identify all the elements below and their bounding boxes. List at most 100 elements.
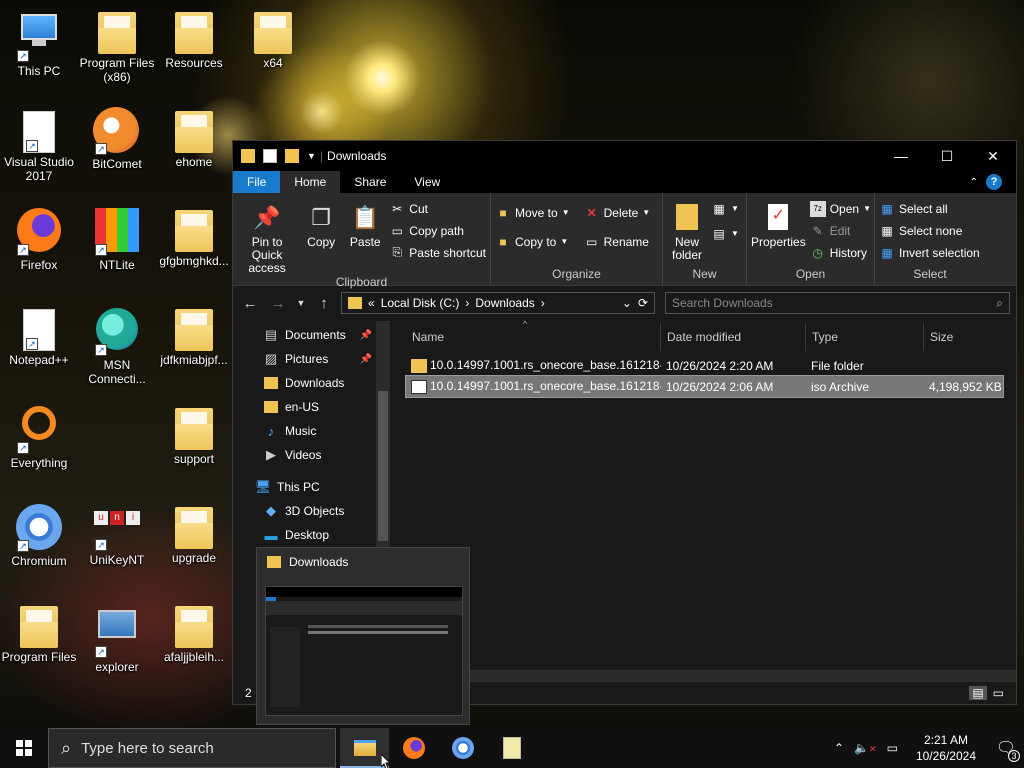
column-size[interactable]: Size: [924, 323, 1003, 351]
taskbar-chromium[interactable]: [438, 728, 487, 768]
desktop-icon[interactable]: upgrade: [155, 503, 233, 565]
column-type[interactable]: Type: [806, 322, 924, 351]
minimize-button[interactable]: —: [878, 141, 924, 171]
copy-to-button[interactable]: ■ Copy to ▼: [495, 232, 570, 251]
select-all-button[interactable]: ▦ Select all: [879, 199, 980, 218]
desktop-icon[interactable]: afaljjbleih...: [155, 602, 233, 664]
breadcrumb-downloads[interactable]: Downloads: [475, 296, 534, 310]
tab-file[interactable]: File: [233, 171, 281, 193]
nav-item[interactable]: ▶ Videos: [233, 443, 390, 467]
invert-selection-button[interactable]: ▦ Invert selection: [879, 243, 979, 262]
start-button[interactable]: [0, 728, 48, 768]
network-icon[interactable]: ▭: [887, 741, 898, 755]
open-button[interactable]: 7z Open ▼: [809, 199, 871, 218]
desktop-icon[interactable]: ↗ NTLite: [78, 206, 156, 272]
paste-button[interactable]: 📋 Paste: [345, 197, 385, 275]
delete-button[interactable]: ✕ Delete ▼: [584, 203, 651, 222]
nav-scrollbar-thumb[interactable]: [378, 391, 388, 541]
column-date-modified[interactable]: Date modified: [661, 322, 806, 351]
desktop-icon[interactable]: ↗ MSN Connecti...: [78, 305, 156, 386]
up-arrow-icon[interactable]: ↑: [313, 295, 335, 312]
desktop-icon[interactable]: Program Files: [0, 602, 78, 664]
properties-quick-icon[interactable]: [263, 149, 277, 163]
cut-button[interactable]: ✂ Cut: [389, 199, 486, 218]
desktop-icon[interactable]: support: [155, 404, 233, 466]
nav-item[interactable]: ▤ Documents 📌: [233, 323, 390, 347]
close-button[interactable]: ✕: [970, 141, 1016, 171]
large-icons-view-icon[interactable]: ▭: [993, 686, 1004, 700]
select-group: ▦ Select all ▦ Select none ▦ Invert selecti…: [875, 193, 985, 285]
action-center-button[interactable]: 🗨 3: [994, 736, 1020, 762]
nav-item[interactable]: ♪ Music: [233, 419, 390, 443]
rename-button[interactable]: ▭ Rename: [584, 232, 651, 251]
taskbar-thumbnail-preview[interactable]: Downloads: [256, 547, 470, 725]
desktop-icon[interactable]: ↗ explorer: [78, 602, 156, 674]
desktop-icon[interactable]: ehome: [155, 107, 233, 169]
desktop-icon[interactable]: gfgbmghkd...: [155, 206, 233, 268]
properties-button[interactable]: ✓ Properties: [751, 197, 806, 267]
breadcrumb-local-disk[interactable]: Local Disk (C:): [381, 296, 460, 310]
clock[interactable]: 2:21 AM 10/26/2024: [908, 732, 984, 764]
address-overflow[interactable]: «: [368, 296, 375, 310]
file-list-horizontal-scrollbar[interactable]: [390, 670, 1016, 682]
column-name[interactable]: Name: [406, 322, 661, 351]
quick-access-dropdown-icon[interactable]: ▼: [307, 151, 316, 161]
taskbar-firefox[interactable]: [389, 728, 438, 768]
desktop-icon-label: This PC: [17, 64, 61, 78]
tab-share[interactable]: Share: [340, 171, 400, 193]
maximize-button[interactable]: ☐: [924, 141, 970, 171]
details-view-icon[interactable]: ▤: [969, 686, 987, 700]
nav-item[interactable]: ▬ Desktop: [233, 523, 390, 547]
desktop-icon[interactable]: u n i ↗ UniKeyNT: [78, 503, 156, 567]
taskbar-notepad[interactable]: [487, 728, 536, 768]
easy-access-button[interactable]: ▤ ▼: [711, 224, 739, 243]
new-item-button[interactable]: ▦ ▼: [711, 199, 739, 218]
edit-button[interactable]: ✎ Edit: [810, 221, 871, 240]
desktop-icon-label: jdfkmiabjpf...: [160, 353, 228, 367]
copy-path-button[interactable]: ▭ Copy path: [389, 221, 486, 240]
address-dropdown-icon[interactable]: ⌄: [622, 296, 632, 310]
paste-shortcut-button[interactable]: ⎘ Paste shortcut: [389, 243, 486, 262]
new-folder-quick-icon[interactable]: [285, 149, 299, 163]
file-row[interactable]: 10.0.14997.1001.rs_onecore_base.161218-.…: [405, 375, 1004, 398]
copy-button[interactable]: ❐ Copy: [301, 197, 341, 275]
file-row[interactable]: 10.0.14997.1001.rs_onecore_base.161218-.…: [406, 355, 1003, 376]
desktop-icon-label: UniKeyNT: [89, 553, 145, 567]
nav-item[interactable]: ◆ 3D Objects: [233, 499, 390, 523]
desktop-icon[interactable]: ↗ Everything: [0, 404, 78, 470]
taskbar-search-box[interactable]: ⌕ Type here to search: [48, 728, 336, 768]
tab-home[interactable]: Home: [280, 171, 341, 193]
recent-locations-icon[interactable]: ▼: [295, 298, 307, 308]
nav-this-pc[interactable]: 🖥 This PC: [233, 475, 390, 499]
desktop-icon[interactable]: Resources: [155, 8, 233, 70]
address-bar[interactable]: « Local Disk (C:) › Downloads › ⌄ ⟳: [341, 292, 655, 314]
new-folder-button[interactable]: New folder: [667, 197, 707, 267]
tab-view[interactable]: View: [400, 171, 454, 193]
desktop-icon[interactable]: Program Files (x86): [78, 8, 156, 84]
desktop-icon[interactable]: ↗ Firefox: [0, 206, 78, 272]
help-icon[interactable]: ?: [986, 174, 1002, 190]
desktop-icon[interactable]: jdfkmiabjpf...: [155, 305, 233, 367]
nav-item[interactable]: Downloads: [233, 371, 390, 395]
desktop-icon[interactable]: ↗ BitComet: [78, 107, 156, 171]
desktop-icon[interactable]: ↗ Chromium: [0, 503, 78, 568]
show-hidden-icons-chevron-icon[interactable]: ⌃: [834, 741, 844, 755]
title-bar[interactable]: ▼ | Downloads — ☐ ✕: [233, 141, 1016, 171]
refresh-icon[interactable]: ⟳: [638, 296, 648, 310]
forward-arrow-icon[interactable]: →: [267, 295, 289, 312]
history-button[interactable]: ◷ History: [810, 243, 871, 262]
desktop-icon[interactable]: ↗ This PC: [0, 8, 78, 78]
search-input[interactable]: Search Downloads ⌕: [665, 292, 1010, 314]
desktop-icon[interactable]: ↗ Notepad++: [0, 305, 78, 367]
back-arrow-icon[interactable]: ←: [239, 295, 261, 312]
clipboard-label: Clipboard: [335, 275, 388, 289]
desktop-icon[interactable]: x64: [234, 8, 312, 70]
move-to-button[interactable]: ■ Move to ▼: [495, 203, 569, 222]
desktop-icon[interactable]: ↗ Visual Studio 2017: [0, 107, 78, 183]
select-none-button[interactable]: ▦ Select none: [879, 221, 980, 240]
pin-quick-access-button[interactable]: 📌 Pin to Quick access: [237, 197, 297, 275]
volume-muted-icon[interactable]: 🔈✕: [854, 741, 877, 755]
nav-item[interactable]: ▨ Pictures 📌: [233, 347, 390, 371]
collapse-ribbon-icon[interactable]: ⌃: [970, 177, 978, 188]
nav-item[interactable]: en-US: [233, 395, 390, 419]
